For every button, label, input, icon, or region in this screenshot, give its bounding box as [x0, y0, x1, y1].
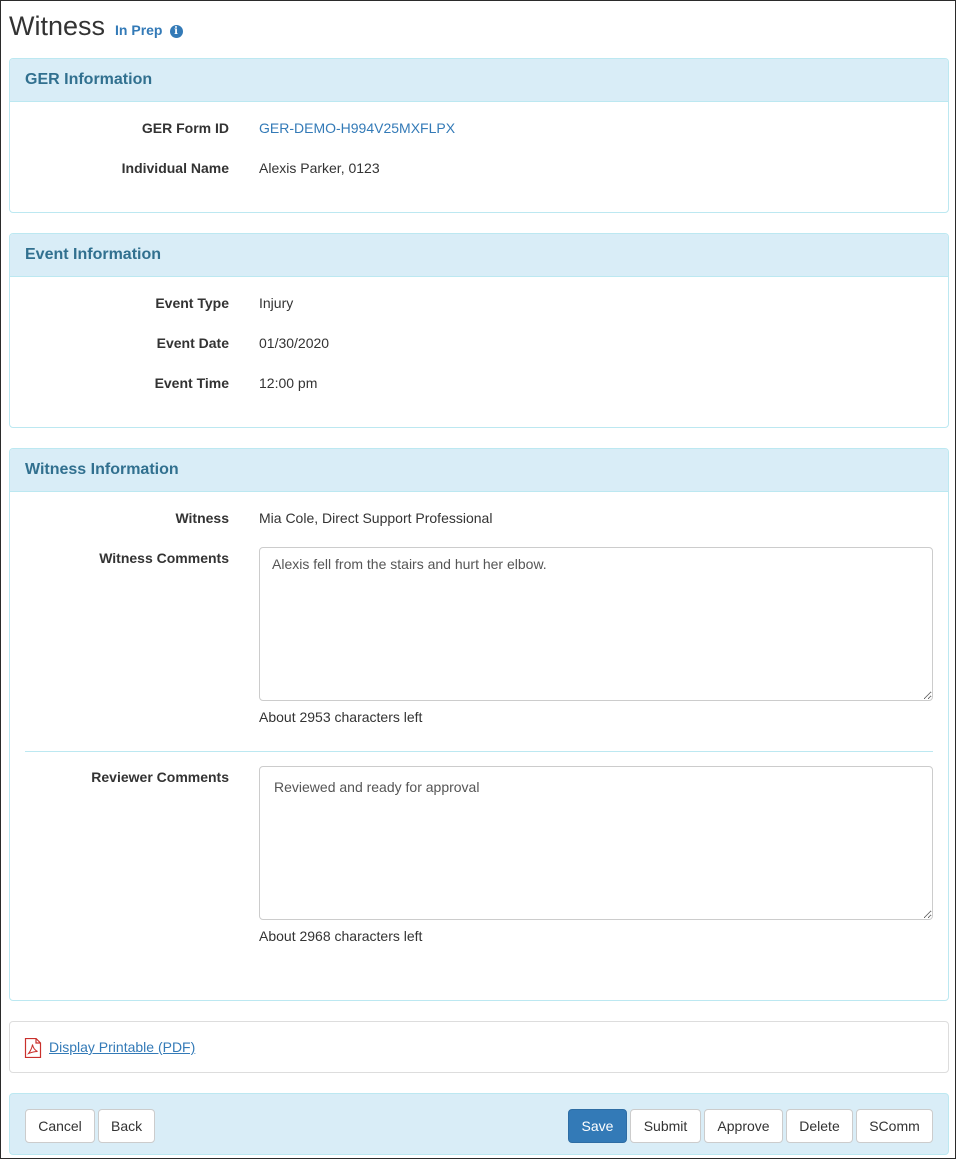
section-divider — [25, 751, 933, 752]
event-type-value: Injury — [259, 295, 294, 311]
action-footer: Cancel Back Save Submit Approve Delete S… — [9, 1093, 949, 1155]
pdf-file-icon[interactable] — [24, 1037, 42, 1061]
submit-button[interactable]: Submit — [630, 1109, 701, 1143]
reviewer-comments-label: Reviewer Comments — [91, 769, 229, 785]
back-button[interactable]: Back — [98, 1109, 155, 1143]
save-button[interactable]: Save — [568, 1109, 627, 1143]
scomm-button[interactable]: SComm — [856, 1109, 933, 1143]
witness-value: Mia Cole, Direct Support Professional — [259, 510, 493, 526]
witness-information-panel: Witness Information Witness Mia Cole, Di… — [9, 448, 949, 1001]
individual-name-label: Individual Name — [121, 160, 229, 176]
app-window: Witness In Prep i GER Information GER Fo… — [0, 0, 956, 1159]
event-information-panel: Event Information Event Type Injury Even… — [9, 233, 949, 428]
individual-name-value: Alexis Parker, 0123 — [259, 160, 380, 176]
event-information-heading: Event Information — [10, 234, 948, 277]
event-type-label: Event Type — [155, 295, 229, 311]
event-date-value: 01/30/2020 — [259, 335, 330, 351]
event-date-label: Event Date — [156, 335, 229, 351]
printable-panel: Display Printable (PDF) — [9, 1021, 949, 1073]
ger-form-id-label: GER Form ID — [141, 120, 229, 136]
witness-comments-chars-left: About 2953 characters left — [259, 709, 423, 725]
ger-form-id-link[interactable]: GER-DEMO-H994V25MXFLPX — [259, 120, 455, 136]
witness-label: Witness — [175, 510, 229, 526]
ger-information-heading: GER Information — [10, 59, 948, 102]
page-title: Witness — [9, 11, 106, 41]
reviewer-comments-chars-left: About 2968 characters left — [259, 928, 423, 944]
witness-comments-textarea[interactable]: Alexis fell from the stairs and hurt her… — [259, 547, 933, 701]
info-circle-icon[interactable]: i — [169, 25, 183, 38]
witness-information-heading: Witness Information — [10, 449, 948, 492]
title-row: Witness In Prep i — [9, 11, 183, 42]
witness-comments-label: Witness Comments — [99, 550, 229, 566]
event-time-value: 12:00 pm — [259, 375, 318, 391]
cancel-button[interactable]: Cancel — [25, 1109, 95, 1143]
status-label: In Prep — [115, 22, 163, 38]
reviewer-comments-textarea[interactable]: Reviewed and ready for approval — [259, 766, 933, 920]
approve-button[interactable]: Approve — [704, 1109, 783, 1143]
delete-button[interactable]: Delete — [786, 1109, 853, 1143]
ger-information-panel: GER Information GER Form ID GER-DEMO-H99… — [9, 58, 949, 213]
display-printable-link[interactable]: Display Printable (PDF) — [49, 1039, 195, 1055]
event-time-label: Event Time — [154, 375, 229, 391]
